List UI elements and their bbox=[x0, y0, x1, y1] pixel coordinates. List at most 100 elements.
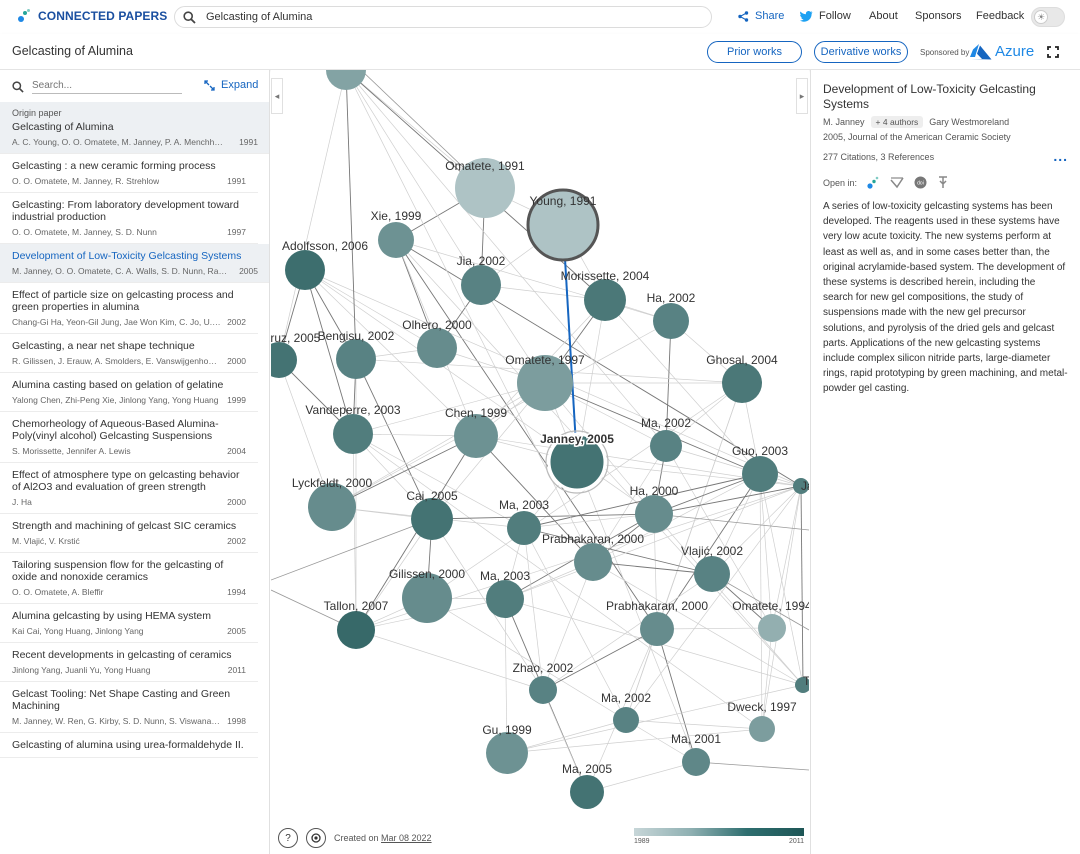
feedback-link[interactable]: Feedback bbox=[976, 10, 1024, 22]
paper-list-item[interactable]: Effect of atmosphere type on gelcasting … bbox=[0, 463, 258, 514]
paper-node[interactable] bbox=[271, 342, 297, 378]
doi-icon[interactable]: doi bbox=[914, 176, 927, 189]
node-label: Young, 1991 bbox=[530, 194, 597, 208]
derivative-works-button[interactable]: Derivative works bbox=[814, 41, 908, 63]
paper-node[interactable] bbox=[613, 707, 639, 733]
paper-title: Alumina casting based on gelation of gel… bbox=[12, 379, 224, 391]
graph-edge bbox=[711, 485, 802, 575]
paper-node[interactable] bbox=[333, 414, 373, 454]
paper-list-item[interactable]: Strength and machining of gelcast SIC ce… bbox=[0, 514, 258, 553]
graph-canvas[interactable]: Omatete, 1991 Young, 1991 Xie, 1999 Adolfss… bbox=[271, 70, 809, 854]
paper-node[interactable] bbox=[653, 303, 689, 339]
citation-graph[interactable]: Omatete, 1991 Young, 1991 Xie, 1999 Adolfss… bbox=[271, 70, 809, 854]
paper-node[interactable] bbox=[749, 716, 775, 742]
brand-logo-link[interactable]: CONNECTED PAPERS bbox=[18, 9, 167, 23]
node-label: Gilissen, 2000 bbox=[389, 567, 465, 581]
prior-works-button[interactable]: Prior works bbox=[707, 41, 802, 63]
recenter-button[interactable] bbox=[306, 828, 326, 848]
node-label: Dweck, 1997 bbox=[727, 700, 797, 714]
paper-node[interactable] bbox=[486, 732, 528, 774]
paper-list-item[interactable]: Gelcasting of alumina using urea-formald… bbox=[0, 733, 258, 758]
paper-list-item[interactable]: Effect of particle size on gelcasting pr… bbox=[0, 283, 258, 334]
paper-authors: J. Ha bbox=[12, 497, 32, 507]
paper-authors: O. O. Omatete, A. Bleffir bbox=[12, 587, 104, 597]
created-on-date[interactable]: Mar 08 2022 bbox=[381, 833, 432, 843]
fullscreen-icon[interactable] bbox=[1045, 44, 1061, 60]
list-search-input[interactable] bbox=[32, 80, 182, 94]
google-scholar-icon[interactable] bbox=[937, 176, 949, 189]
paper-year: 2005 bbox=[239, 266, 258, 276]
graph-header: Gelcasting of Alumina Prior works Deriva… bbox=[0, 34, 1080, 70]
paper-title[interactable]: Development of Low-Toxicity Gelcasting S… bbox=[823, 82, 1053, 112]
paper-list-item[interactable]: Development of Low-Toxicity Gelcasting S… bbox=[0, 244, 269, 283]
paper-list-item[interactable]: Gelcasting : a new ceramic forming proce… bbox=[0, 154, 258, 193]
paper-node[interactable] bbox=[574, 543, 612, 581]
paper-authors: A. C. Young, O. O. Omatete, M. Janney, P… bbox=[12, 137, 227, 147]
more-authors-chip[interactable]: + 4 authors bbox=[870, 116, 924, 128]
paper-list-item[interactable]: Gelcast Tooling: Net Shape Casting and G… bbox=[0, 682, 258, 733]
paper-list-item[interactable]: Gelcasting, a near net shape technique R.… bbox=[0, 334, 258, 373]
paper-node[interactable] bbox=[694, 556, 730, 592]
paper-node[interactable] bbox=[285, 250, 325, 290]
paper-title: Chemorheology of Aqueous-Based Alumina-P… bbox=[12, 418, 219, 442]
search-input[interactable] bbox=[206, 11, 686, 23]
paper-node[interactable] bbox=[584, 279, 626, 321]
feedback-label: Feedback bbox=[976, 10, 1025, 22]
paper-authors: O. O. Omatete, M. Janney, S. D. Nunn bbox=[12, 227, 157, 237]
paper-node[interactable] bbox=[411, 498, 453, 540]
paper-list-item[interactable]: Gelcasting: From laboratory development … bbox=[0, 193, 258, 244]
collapse-left-panel-button[interactable]: ◂ bbox=[271, 78, 283, 114]
about-link[interactable]: About bbox=[869, 10, 898, 22]
origin-paper-item[interactable]: Origin paper Gelcasting of Alumina A. C. Y… bbox=[0, 102, 269, 154]
paper-list-item[interactable]: Alumina gelcasting by using HEMA system K… bbox=[0, 604, 258, 643]
sponsors-link[interactable]: Sponsors bbox=[915, 10, 961, 22]
first-author[interactable]: M. Janney bbox=[823, 117, 865, 127]
paper-year: 1999 bbox=[227, 395, 246, 405]
search-bar[interactable] bbox=[174, 6, 712, 28]
share-button[interactable]: Share bbox=[738, 10, 784, 22]
paper-node[interactable] bbox=[461, 265, 501, 305]
paper-node[interactable] bbox=[507, 511, 541, 545]
paper-node[interactable] bbox=[570, 775, 604, 809]
paper-node[interactable] bbox=[454, 414, 498, 458]
paper-list-item[interactable]: Alumina casting based on gelation of gel… bbox=[0, 373, 258, 412]
follow-button[interactable]: Follow bbox=[800, 10, 851, 22]
expand-icon bbox=[204, 79, 215, 91]
collapse-right-panel-button[interactable]: ▸ bbox=[796, 78, 808, 114]
more-options-button[interactable]: ... bbox=[1053, 148, 1068, 164]
connected-papers-icon[interactable] bbox=[867, 176, 880, 189]
semantic-scholar-icon[interactable] bbox=[890, 176, 904, 189]
node-label: Cai, 2005 bbox=[406, 489, 458, 503]
node-label: Olhero, 2000 bbox=[402, 318, 472, 332]
paper-node[interactable] bbox=[640, 612, 674, 646]
paper-node[interactable] bbox=[742, 456, 778, 492]
paper-authors: M. Vlajić, V. Krstić bbox=[12, 536, 80, 546]
theme-toggle[interactable]: ☀ bbox=[1031, 7, 1065, 27]
paper-list-item[interactable]: Recent developments in gelcasting of cer… bbox=[0, 643, 258, 682]
expand-button[interactable]: Expand bbox=[204, 79, 258, 91]
about-label: About bbox=[869, 10, 898, 22]
paper-node[interactable] bbox=[378, 222, 414, 258]
help-button[interactable]: ? bbox=[278, 828, 298, 848]
paper-node[interactable] bbox=[635, 495, 673, 533]
paper-node[interactable] bbox=[722, 363, 762, 403]
paper-node[interactable] bbox=[326, 70, 366, 90]
paper-node[interactable] bbox=[758, 614, 786, 642]
paper-list-item[interactable]: Chemorheology of Aqueous-Based Alumina-P… bbox=[0, 412, 258, 463]
node-label: Gu, 1999 bbox=[482, 723, 532, 737]
paper-year: 1991 bbox=[239, 137, 258, 147]
paper-node[interactable] bbox=[337, 611, 375, 649]
paper-node[interactable] bbox=[308, 483, 356, 531]
paper-node[interactable] bbox=[682, 748, 710, 776]
last-author[interactable]: Gary Westmoreland bbox=[929, 117, 1009, 127]
paper-node[interactable] bbox=[486, 580, 524, 618]
paper-node[interactable] bbox=[529, 676, 557, 704]
azure-sponsor-link[interactable]: Azure bbox=[970, 43, 1034, 60]
node-label: Ja bbox=[801, 479, 809, 493]
paper-title: Gelcasting of alumina using urea-formald… bbox=[12, 739, 244, 751]
paper-list-item[interactable]: Tailoring suspension flow for the gelcas… bbox=[0, 553, 258, 604]
node-label: Ma, 2003 bbox=[499, 498, 549, 512]
paper-node[interactable] bbox=[417, 328, 457, 368]
paper-node[interactable] bbox=[336, 339, 376, 379]
paper-node[interactable] bbox=[650, 430, 682, 462]
